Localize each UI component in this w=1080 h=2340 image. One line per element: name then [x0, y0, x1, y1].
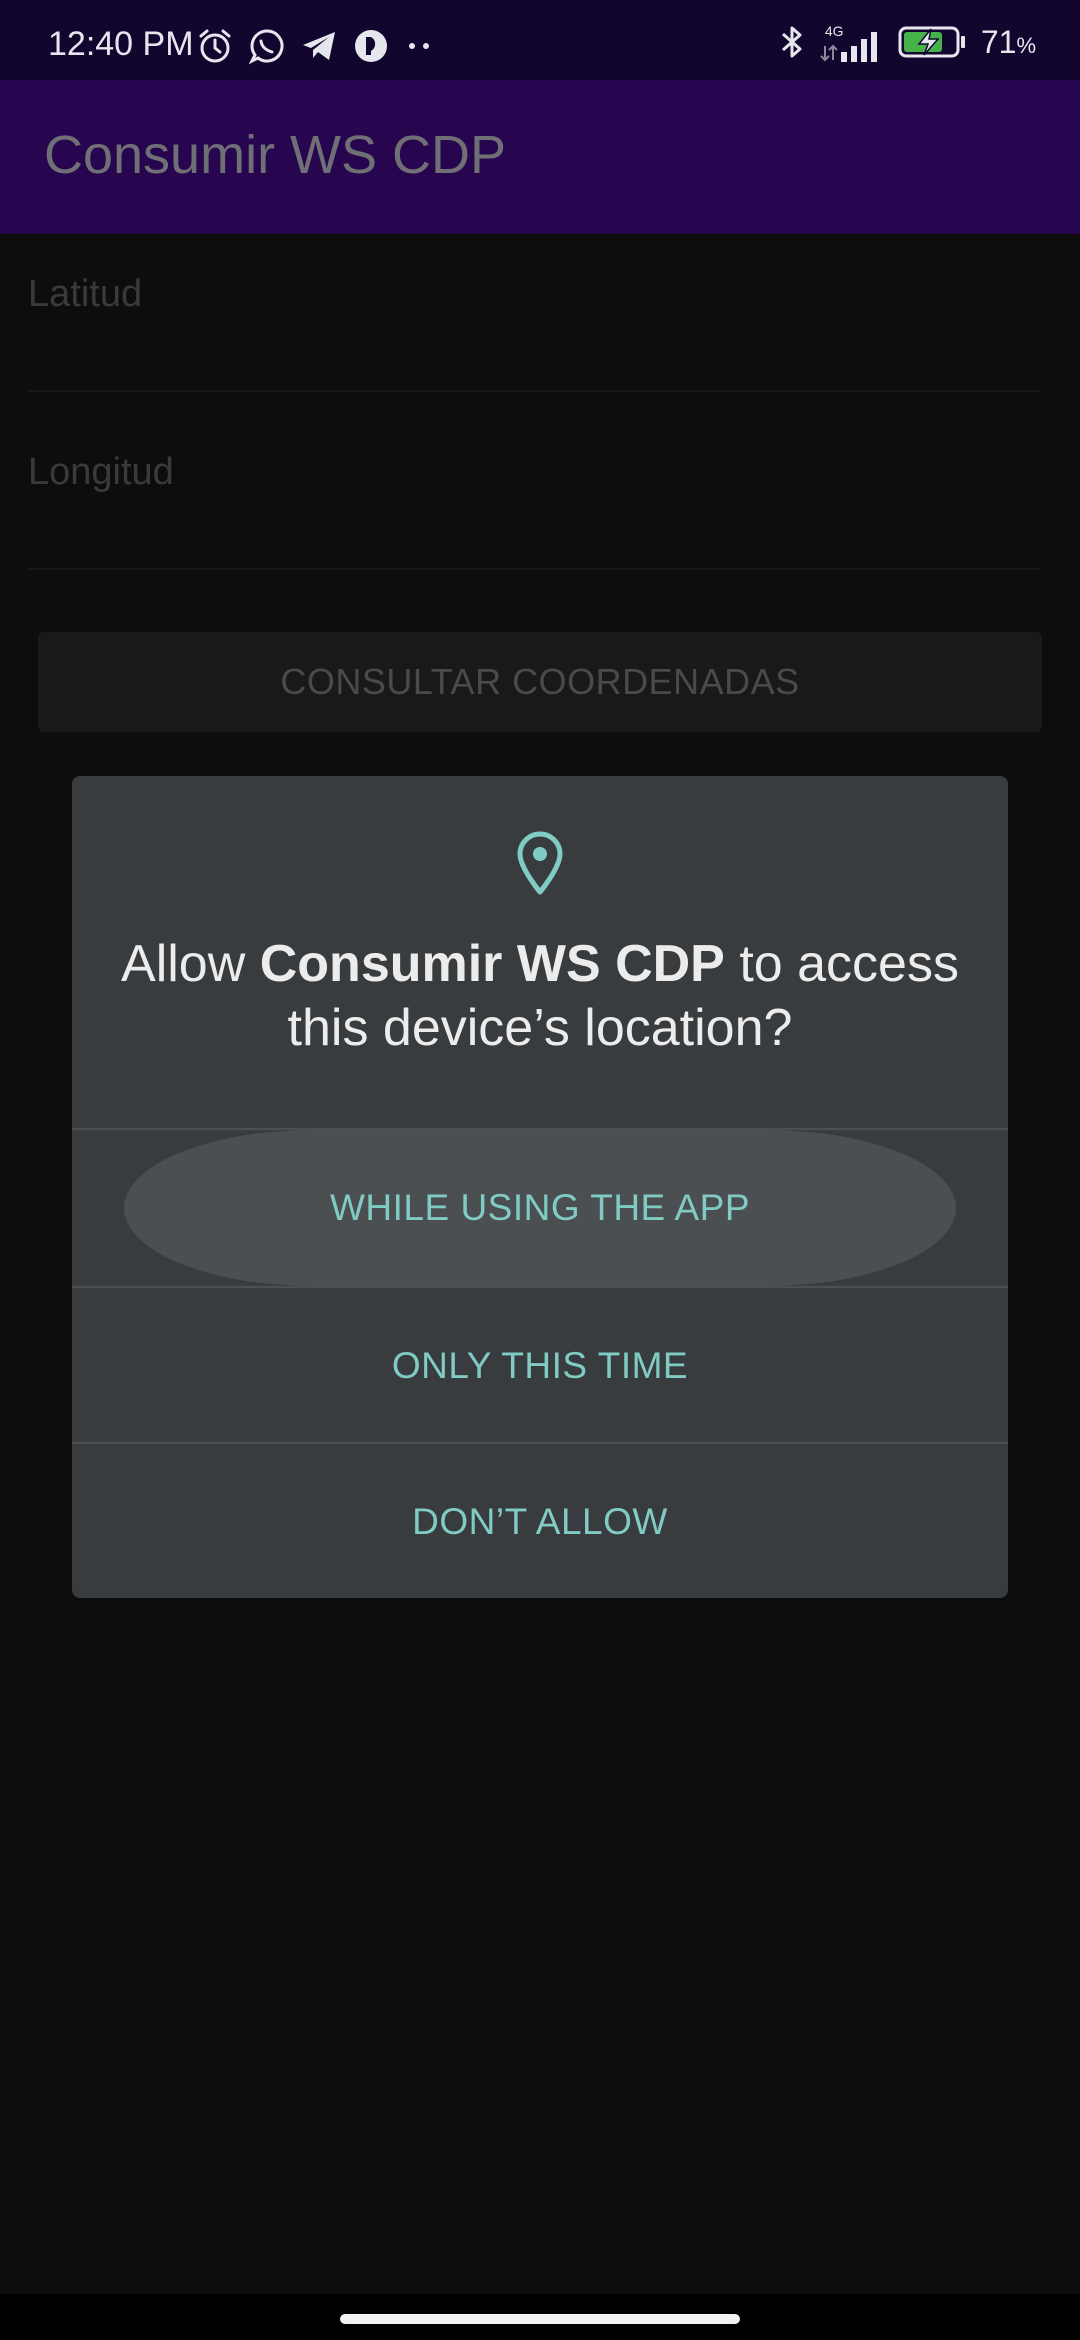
- dont-allow-label: DON’T ALLOW: [412, 1501, 668, 1542]
- system-icons: 4G 71%: [779, 24, 1036, 64]
- screen: 12:40 PM 4G 71% Consumir WS CDP Latitud …: [0, 0, 1080, 2340]
- bluetooth-icon: [779, 23, 805, 66]
- consult-coordinates-button[interactable]: CONSULTAR COORDENADAS: [38, 632, 1042, 732]
- longitude-field[interactable]: Longitud: [28, 420, 1040, 570]
- battery-percent: 71%: [980, 24, 1036, 60]
- while-using-the-app-button[interactable]: WHILE USING THE APP: [72, 1130, 1008, 1286]
- app-title: Consumir WS CDP: [44, 125, 507, 185]
- latitude-field[interactable]: Latitud: [28, 242, 1040, 392]
- cellular-signal-icon: 4G: [819, 24, 883, 64]
- notification-app-icon: [352, 27, 390, 65]
- home-gesture-handle[interactable]: [340, 2314, 740, 2324]
- status-time: 12:40 PM: [48, 25, 194, 63]
- longitude-hint: Longitud: [28, 451, 174, 493]
- status-bar: 12:40 PM 4G 71%: [0, 0, 1080, 80]
- more-notifications-icon: [404, 27, 434, 65]
- longitude-underline: [28, 568, 1040, 570]
- location-pin-icon: [512, 830, 568, 896]
- notification-icons: [196, 26, 434, 66]
- dont-allow-button[interactable]: DON’T ALLOW: [72, 1444, 1008, 1598]
- location-permission-dialog: Allow Consumir WS CDP to access this dev…: [72, 776, 1008, 1598]
- dialog-app-name: Consumir WS CDP: [259, 935, 725, 993]
- while-using-the-app-label: WHILE USING THE APP: [329, 1187, 751, 1228]
- dialog-title: Allow Consumir WS CDP to access this dev…: [121, 935, 959, 1057]
- telegram-icon: [300, 27, 338, 65]
- battery-charging-icon: [897, 23, 967, 66]
- only-this-time-button[interactable]: ONLY THIS TIME: [72, 1288, 1008, 1444]
- latitude-underline: [28, 390, 1040, 392]
- latitude-hint: Latitud: [28, 273, 143, 315]
- alarm-icon: [196, 27, 234, 65]
- app-bar: Consumir WS CDP: [0, 80, 1080, 234]
- whatsapp-icon: [248, 27, 286, 65]
- only-this-time-label: ONLY THIS TIME: [391, 1345, 689, 1386]
- navigation-bar: [0, 2294, 1080, 2340]
